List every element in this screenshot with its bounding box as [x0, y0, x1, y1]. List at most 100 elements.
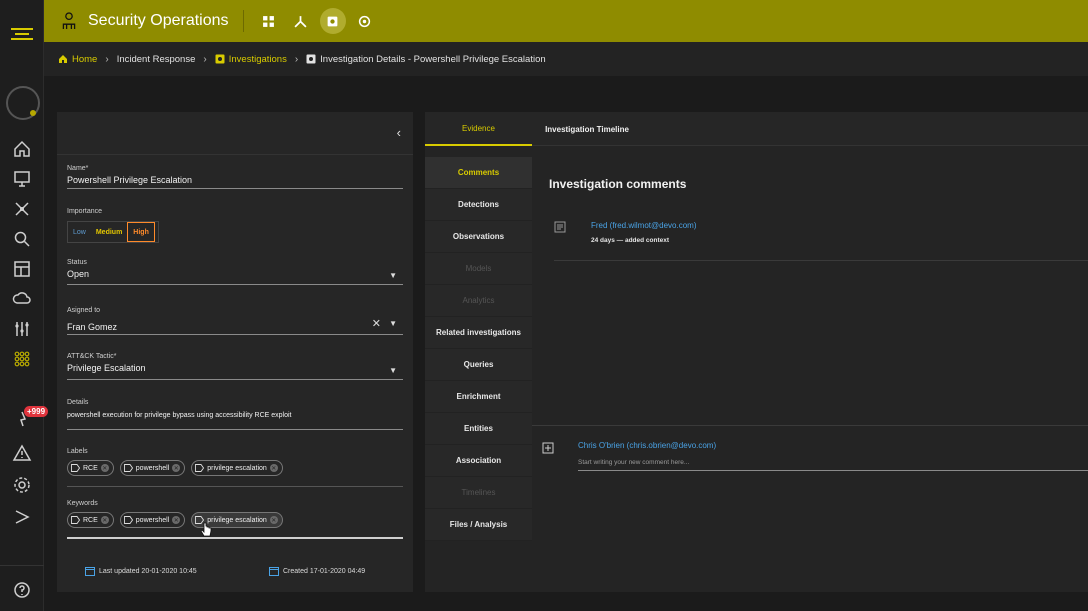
breadcrumb-current: Investigation Details - Powershell Privi…: [306, 54, 546, 65]
left-rail: +999: [0, 0, 49, 611]
cloud-icon[interactable]: [0, 284, 44, 314]
breadcrumb-separator: ›: [294, 53, 299, 65]
chevron-down-icon[interactable]: ▼: [389, 366, 397, 375]
investigations-icon[interactable]: [319, 8, 346, 34]
tactic-field[interactable]: ATT&CK Tactic* Privilege Escalation ▼: [67, 353, 403, 380]
subnav-entities[interactable]: Entities: [425, 413, 532, 445]
new-comment-input[interactable]: [578, 455, 1088, 471]
subnav-related-investigations[interactable]: Related investigations: [425, 317, 532, 349]
logo[interactable]: [0, 0, 44, 68]
hierarchy-icon[interactable]: [288, 8, 314, 34]
label-chip[interactable]: privilege escalation ✕: [191, 460, 283, 476]
security-app-icon: [58, 8, 80, 34]
remove-chip-icon[interactable]: ✕: [172, 464, 181, 472]
top-bar: Security Operations: [44, 0, 1088, 42]
home-icon[interactable]: [0, 134, 44, 164]
field-underline: [67, 334, 403, 335]
importance-low-option[interactable]: Low: [68, 222, 91, 242]
collapse-panel-button[interactable]: ‹: [397, 125, 401, 140]
field-underline: [67, 284, 403, 285]
status-field[interactable]: Status Open ▼: [67, 259, 403, 285]
breadcrumb-investigations[interactable]: Investigations: [215, 54, 287, 65]
status-label: Status: [67, 259, 87, 266]
tab-evidence[interactable]: Evidence: [425, 112, 532, 146]
remove-chip-icon[interactable]: ✕: [172, 516, 181, 524]
subnav-detections[interactable]: Detections: [425, 189, 532, 221]
investigation-form: ‹ Name* Powershell Privilege Escalation …: [57, 112, 413, 592]
subnav-enrichment[interactable]: Enrichment: [425, 381, 532, 413]
labels-chips: RCE ✕ powershell ✕ privilege escalation …: [67, 460, 403, 476]
calendar-icon: [85, 567, 95, 576]
importance-field: Importance Low Medium High: [67, 208, 403, 243]
warning-icon[interactable]: [0, 438, 44, 468]
new-comment: Chris O'brien (chris.obrien@devo.com): [542, 439, 1088, 479]
details-field[interactable]: Details powershell execution for privile…: [67, 399, 403, 430]
breadcrumb-home[interactable]: Home: [58, 54, 97, 65]
breadcrumb-separator: ›: [203, 53, 207, 65]
breadcrumb-incident-response[interactable]: Incident Response: [117, 54, 196, 65]
search-icon[interactable]: [0, 224, 44, 254]
labels-field[interactable]: Labels RCE ✕ powershell ✕ privilege esca…: [67, 448, 403, 487]
add-comment-icon: [542, 442, 554, 454]
grid-view-icon[interactable]: [256, 8, 282, 34]
comment-author[interactable]: Fred (fred.wilmot@devo.com): [591, 221, 696, 230]
label-chip[interactable]: RCE ✕: [67, 460, 114, 476]
grid-icon[interactable]: [0, 344, 44, 374]
importance-label: Importance: [67, 208, 103, 215]
keyword-chip[interactable]: RCE ✕: [67, 512, 114, 528]
label-chip[interactable]: powershell ✕: [119, 460, 186, 476]
importance-selector: Low Medium High: [67, 221, 159, 243]
subnav-analytics: Analytics: [425, 285, 532, 317]
share-icon[interactable]: [0, 502, 44, 532]
toolbar-strip: [44, 76, 1088, 112]
name-value: Powershell Privilege Escalation: [67, 175, 193, 185]
new-comment-author[interactable]: Chris O'brien (chris.obrien@devo.com): [578, 441, 716, 450]
monitor-icon[interactable]: [0, 164, 44, 194]
menu-logo-icon: [11, 28, 33, 40]
subnav-association[interactable]: Association: [425, 445, 532, 477]
target-icon[interactable]: [352, 8, 378, 34]
tabs: Evidence Investigation Timeline: [425, 112, 1088, 146]
chevron-down-icon[interactable]: ▼: [389, 271, 397, 280]
remove-chip-icon[interactable]: ✕: [269, 516, 278, 524]
rail-divider: [0, 565, 44, 566]
settings-icon[interactable]: [0, 470, 44, 500]
importance-high-option[interactable]: High: [127, 222, 155, 242]
panel-header: ‹: [57, 112, 413, 155]
created-date: Created 17-01-2020 04:49: [269, 566, 365, 576]
topbar-divider: [242, 10, 244, 32]
breadcrumb: Home › Incident Response › Investigation…: [44, 42, 1088, 76]
subnav-files-analysis[interactable]: Files / Analysis: [425, 509, 532, 541]
help-icon[interactable]: [0, 575, 44, 605]
field-underline: [67, 379, 403, 380]
keywords-field[interactable]: Keywords RCE ✕ powershell ✕ privilege es…: [67, 500, 403, 539]
network-icon[interactable]: [0, 194, 44, 224]
filters-icon[interactable]: [0, 314, 44, 344]
keyword-chip[interactable]: powershell ✕: [119, 512, 186, 528]
clear-icon[interactable]: ✕: [372, 317, 381, 330]
name-field[interactable]: Name* Powershell Privilege Escalation: [67, 165, 403, 189]
remove-chip-icon[interactable]: ✕: [100, 516, 109, 524]
last-updated: Last updated 20-01-2020 10:45: [85, 566, 197, 576]
subnav-queries[interactable]: Queries: [425, 349, 532, 381]
remove-chip-icon[interactable]: ✕: [100, 464, 109, 472]
importance-medium-option[interactable]: Medium: [91, 222, 127, 242]
tactic-label: ATT&CK Tactic*: [67, 353, 117, 360]
details-value: powershell execution for privilege bypas…: [67, 412, 292, 419]
investigation-details-icon: [306, 54, 316, 64]
subnav-comments[interactable]: Comments: [425, 157, 532, 189]
assigned-label: Asigned to: [67, 307, 101, 314]
subnav-observations[interactable]: Observations: [425, 221, 532, 253]
tag-icon: [123, 464, 133, 472]
tab-investigation-timeline[interactable]: Investigation Timeline: [532, 112, 642, 146]
tag-icon: [71, 464, 80, 472]
breadcrumb-separator: ›: [105, 53, 109, 65]
status-dot: [30, 110, 36, 116]
subnav-models: Models: [425, 253, 532, 285]
remove-chip-icon[interactable]: ✕: [269, 464, 278, 472]
assigned-field[interactable]: Asigned to Fran Gomez ✕ ▼: [67, 307, 403, 335]
home-icon: [59, 55, 67, 63]
chevron-down-icon[interactable]: ▼: [389, 319, 397, 328]
evidence-panel: Evidence Investigation Timeline Comments…: [425, 112, 1088, 592]
dashboard-icon[interactable]: [0, 254, 44, 284]
